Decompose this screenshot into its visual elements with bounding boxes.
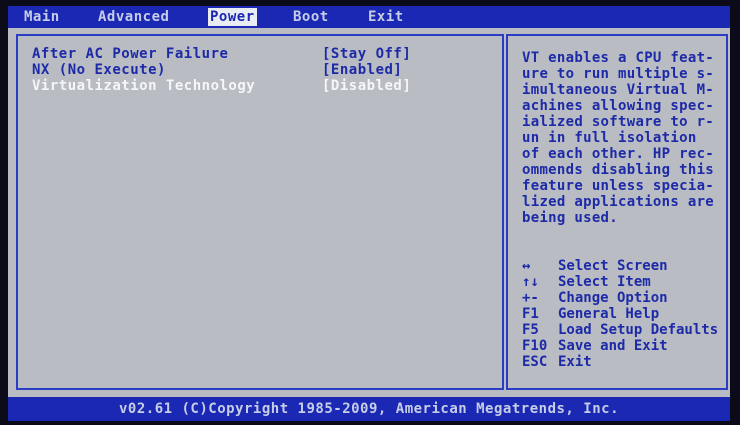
menu-main[interactable]: Main <box>24 8 60 26</box>
key-desc: Select Screen <box>558 258 668 274</box>
help-text-line: VT enables a CPU feat- <box>522 50 715 66</box>
key-arrows-vertical-icon: ↑↓ <box>522 274 539 290</box>
menu-bar: Main Advanced Power Boot Exit <box>8 6 730 28</box>
setting-label: Virtualization Technology <box>32 78 256 94</box>
key-plus-minus: +- <box>522 290 539 306</box>
setting-value[interactable]: [Disabled] <box>322 78 411 95</box>
setting-value[interactable]: [Enabled] <box>322 62 402 79</box>
key-desc: Exit <box>558 354 592 370</box>
setting-virtualization[interactable]: Virtualization Technology [Disabled] <box>32 78 411 95</box>
key-desc: Load Setup Defaults <box>558 322 719 338</box>
help-text-line: ommends disabling this <box>522 162 715 178</box>
menu-exit[interactable]: Exit <box>368 8 404 26</box>
menu-power[interactable]: Power <box>208 8 257 26</box>
key-f10: F10 <box>522 338 548 354</box>
key-desc: Select Item <box>558 274 651 290</box>
help-text-line: imultaneous Virtual M- <box>522 82 715 98</box>
menu-advanced[interactable]: Advanced <box>98 8 169 26</box>
help-text-line: un in full isolation <box>522 130 697 146</box>
key-f5: F5 <box>522 322 539 338</box>
key-esc: ESC <box>522 354 548 370</box>
help-text-line: feature unless specia- <box>522 178 715 194</box>
key-arrows-horizontal-icon: ↔ <box>522 258 531 274</box>
key-desc: Change Option <box>558 290 668 306</box>
help-text-line: of each other. HP rec- <box>522 146 715 162</box>
help-panel: VT enables a CPU feat- ure to run multip… <box>506 34 728 390</box>
setting-nx-execute[interactable]: NX (No Execute) [Enabled] <box>32 62 402 79</box>
setup-screen: After AC Power Failure [Stay Off] NX (No… <box>8 28 730 397</box>
setting-label: After AC Power Failure <box>32 46 229 62</box>
setting-label: NX (No Execute) <box>32 62 166 78</box>
help-text-line: achines allowing spec- <box>522 98 715 114</box>
key-desc: Save and Exit <box>558 338 668 354</box>
help-text-line: ure to run multiple s- <box>522 66 715 82</box>
copyright-footer: v02.61 (C)Copyright 1985-2009, American … <box>8 397 730 421</box>
key-f1: F1 <box>522 306 539 322</box>
key-desc: General Help <box>558 306 660 322</box>
help-text-line: lized applications are <box>522 194 715 210</box>
help-text-line: ialized software to r- <box>522 114 715 130</box>
setting-value[interactable]: [Stay Off] <box>322 46 411 63</box>
menu-boot[interactable]: Boot <box>293 8 329 26</box>
setting-ac-power-failure[interactable]: After AC Power Failure [Stay Off] <box>32 46 411 63</box>
help-text-line: being used. <box>522 210 619 226</box>
settings-panel: After AC Power Failure [Stay Off] NX (No… <box>16 34 504 390</box>
